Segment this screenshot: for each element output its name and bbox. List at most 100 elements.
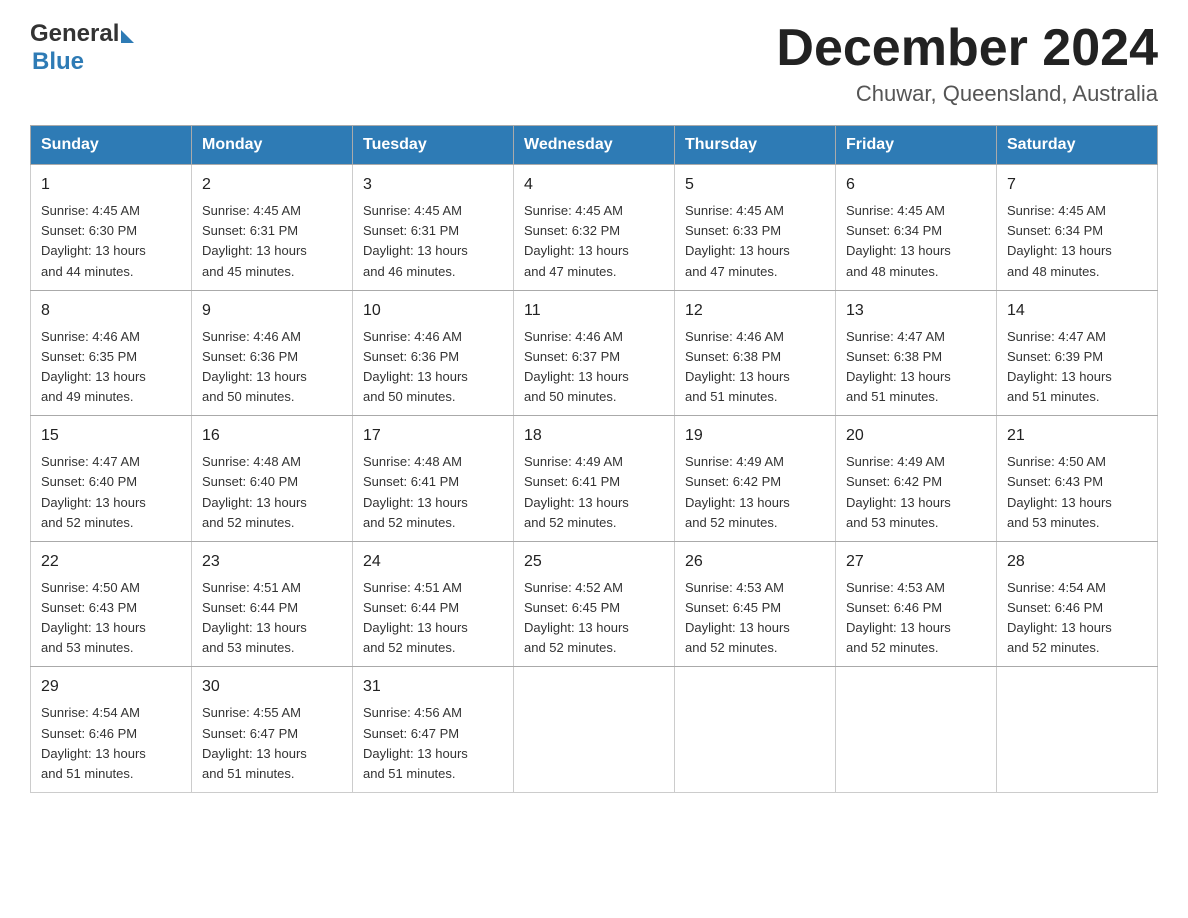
day-info: Sunrise: 4:45 AMSunset: 6:30 PMDaylight:…	[41, 201, 181, 282]
calendar-day-cell: 22 Sunrise: 4:50 AMSunset: 6:43 PMDaylig…	[31, 541, 192, 667]
calendar-header-row: Sunday Monday Tuesday Wednesday Thursday…	[31, 126, 1158, 165]
logo: General Blue	[30, 20, 134, 76]
day-number: 19	[685, 424, 825, 448]
day-info: Sunrise: 4:50 AMSunset: 6:43 PMDaylight:…	[1007, 452, 1147, 533]
day-info: Sunrise: 4:45 AMSunset: 6:34 PMDaylight:…	[846, 201, 986, 282]
calendar-week-row: 1 Sunrise: 4:45 AMSunset: 6:30 PMDayligh…	[31, 165, 1158, 291]
day-number: 17	[363, 424, 503, 448]
calendar-day-cell: 9 Sunrise: 4:46 AMSunset: 6:36 PMDayligh…	[192, 290, 353, 416]
day-number: 25	[524, 550, 664, 574]
day-number: 29	[41, 675, 181, 699]
day-number: 27	[846, 550, 986, 574]
day-info: Sunrise: 4:45 AMSunset: 6:32 PMDaylight:…	[524, 201, 664, 282]
day-number: 20	[846, 424, 986, 448]
logo-blue-text: Blue	[32, 48, 84, 75]
day-info: Sunrise: 4:49 AMSunset: 6:42 PMDaylight:…	[846, 452, 986, 533]
calendar-day-cell: 5 Sunrise: 4:45 AMSunset: 6:33 PMDayligh…	[675, 165, 836, 291]
header-monday: Monday	[192, 126, 353, 165]
calendar-day-cell: 1 Sunrise: 4:45 AMSunset: 6:30 PMDayligh…	[31, 165, 192, 291]
day-info: Sunrise: 4:45 AMSunset: 6:34 PMDaylight:…	[1007, 201, 1147, 282]
header-friday: Friday	[836, 126, 997, 165]
day-number: 30	[202, 675, 342, 699]
calendar-day-cell: 29 Sunrise: 4:54 AMSunset: 6:46 PMDaylig…	[31, 667, 192, 793]
day-info: Sunrise: 4:46 AMSunset: 6:36 PMDaylight:…	[202, 327, 342, 408]
day-info: Sunrise: 4:56 AMSunset: 6:47 PMDaylight:…	[363, 703, 503, 784]
calendar-day-cell: 8 Sunrise: 4:46 AMSunset: 6:35 PMDayligh…	[31, 290, 192, 416]
day-info: Sunrise: 4:48 AMSunset: 6:40 PMDaylight:…	[202, 452, 342, 533]
day-number: 9	[202, 299, 342, 323]
title-section: December 2024 Chuwar, Queensland, Austra…	[776, 20, 1158, 107]
day-info: Sunrise: 4:50 AMSunset: 6:43 PMDaylight:…	[41, 578, 181, 659]
header-wednesday: Wednesday	[514, 126, 675, 165]
day-number: 12	[685, 299, 825, 323]
calendar-day-cell: 31 Sunrise: 4:56 AMSunset: 6:47 PMDaylig…	[353, 667, 514, 793]
day-number: 15	[41, 424, 181, 448]
calendar-day-cell	[514, 667, 675, 793]
calendar-day-cell: 11 Sunrise: 4:46 AMSunset: 6:37 PMDaylig…	[514, 290, 675, 416]
day-info: Sunrise: 4:46 AMSunset: 6:35 PMDaylight:…	[41, 327, 181, 408]
day-info: Sunrise: 4:47 AMSunset: 6:39 PMDaylight:…	[1007, 327, 1147, 408]
day-number: 14	[1007, 299, 1147, 323]
calendar-day-cell: 30 Sunrise: 4:55 AMSunset: 6:47 PMDaylig…	[192, 667, 353, 793]
day-number: 26	[685, 550, 825, 574]
logo-arrow-icon	[121, 30, 134, 43]
calendar-week-row: 29 Sunrise: 4:54 AMSunset: 6:46 PMDaylig…	[31, 667, 1158, 793]
calendar-day-cell: 27 Sunrise: 4:53 AMSunset: 6:46 PMDaylig…	[836, 541, 997, 667]
day-info: Sunrise: 4:51 AMSunset: 6:44 PMDaylight:…	[363, 578, 503, 659]
day-info: Sunrise: 4:53 AMSunset: 6:45 PMDaylight:…	[685, 578, 825, 659]
calendar-day-cell	[675, 667, 836, 793]
day-number: 22	[41, 550, 181, 574]
day-number: 1	[41, 173, 181, 197]
calendar-day-cell	[997, 667, 1158, 793]
calendar-day-cell: 16 Sunrise: 4:48 AMSunset: 6:40 PMDaylig…	[192, 416, 353, 542]
day-info: Sunrise: 4:53 AMSunset: 6:46 PMDaylight:…	[846, 578, 986, 659]
day-info: Sunrise: 4:48 AMSunset: 6:41 PMDaylight:…	[363, 452, 503, 533]
calendar-day-cell: 23 Sunrise: 4:51 AMSunset: 6:44 PMDaylig…	[192, 541, 353, 667]
day-info: Sunrise: 4:45 AMSunset: 6:31 PMDaylight:…	[202, 201, 342, 282]
day-number: 3	[363, 173, 503, 197]
day-info: Sunrise: 4:54 AMSunset: 6:46 PMDaylight:…	[41, 703, 181, 784]
calendar-title: December 2024	[776, 20, 1158, 77]
calendar-day-cell: 21 Sunrise: 4:50 AMSunset: 6:43 PMDaylig…	[997, 416, 1158, 542]
calendar-day-cell: 12 Sunrise: 4:46 AMSunset: 6:38 PMDaylig…	[675, 290, 836, 416]
calendar-day-cell: 15 Sunrise: 4:47 AMSunset: 6:40 PMDaylig…	[31, 416, 192, 542]
day-info: Sunrise: 4:46 AMSunset: 6:36 PMDaylight:…	[363, 327, 503, 408]
day-number: 23	[202, 550, 342, 574]
day-info: Sunrise: 4:45 AMSunset: 6:33 PMDaylight:…	[685, 201, 825, 282]
day-number: 4	[524, 173, 664, 197]
calendar-day-cell: 19 Sunrise: 4:49 AMSunset: 6:42 PMDaylig…	[675, 416, 836, 542]
header-saturday: Saturday	[997, 126, 1158, 165]
calendar-week-row: 15 Sunrise: 4:47 AMSunset: 6:40 PMDaylig…	[31, 416, 1158, 542]
calendar-day-cell: 28 Sunrise: 4:54 AMSunset: 6:46 PMDaylig…	[997, 541, 1158, 667]
calendar-day-cell: 10 Sunrise: 4:46 AMSunset: 6:36 PMDaylig…	[353, 290, 514, 416]
day-info: Sunrise: 4:52 AMSunset: 6:45 PMDaylight:…	[524, 578, 664, 659]
calendar-day-cell: 24 Sunrise: 4:51 AMSunset: 6:44 PMDaylig…	[353, 541, 514, 667]
calendar-subtitle: Chuwar, Queensland, Australia	[776, 81, 1158, 107]
day-number: 7	[1007, 173, 1147, 197]
calendar-day-cell: 4 Sunrise: 4:45 AMSunset: 6:32 PMDayligh…	[514, 165, 675, 291]
page-header: General Blue December 2024 Chuwar, Queen…	[30, 20, 1158, 107]
calendar-day-cell	[836, 667, 997, 793]
calendar-day-cell: 26 Sunrise: 4:53 AMSunset: 6:45 PMDaylig…	[675, 541, 836, 667]
logo-general-text: General	[30, 20, 119, 48]
day-info: Sunrise: 4:49 AMSunset: 6:41 PMDaylight:…	[524, 452, 664, 533]
calendar-day-cell: 3 Sunrise: 4:45 AMSunset: 6:31 PMDayligh…	[353, 165, 514, 291]
calendar-day-cell: 14 Sunrise: 4:47 AMSunset: 6:39 PMDaylig…	[997, 290, 1158, 416]
calendar-day-cell: 13 Sunrise: 4:47 AMSunset: 6:38 PMDaylig…	[836, 290, 997, 416]
day-number: 5	[685, 173, 825, 197]
calendar-day-cell: 7 Sunrise: 4:45 AMSunset: 6:34 PMDayligh…	[997, 165, 1158, 291]
calendar-table: Sunday Monday Tuesday Wednesday Thursday…	[30, 125, 1158, 793]
calendar-week-row: 22 Sunrise: 4:50 AMSunset: 6:43 PMDaylig…	[31, 541, 1158, 667]
day-number: 28	[1007, 550, 1147, 574]
day-number: 8	[41, 299, 181, 323]
day-info: Sunrise: 4:49 AMSunset: 6:42 PMDaylight:…	[685, 452, 825, 533]
calendar-day-cell: 25 Sunrise: 4:52 AMSunset: 6:45 PMDaylig…	[514, 541, 675, 667]
day-info: Sunrise: 4:51 AMSunset: 6:44 PMDaylight:…	[202, 578, 342, 659]
day-number: 10	[363, 299, 503, 323]
calendar-day-cell: 2 Sunrise: 4:45 AMSunset: 6:31 PMDayligh…	[192, 165, 353, 291]
day-number: 21	[1007, 424, 1147, 448]
day-number: 11	[524, 299, 664, 323]
day-info: Sunrise: 4:46 AMSunset: 6:38 PMDaylight:…	[685, 327, 825, 408]
day-number: 2	[202, 173, 342, 197]
day-info: Sunrise: 4:47 AMSunset: 6:38 PMDaylight:…	[846, 327, 986, 408]
